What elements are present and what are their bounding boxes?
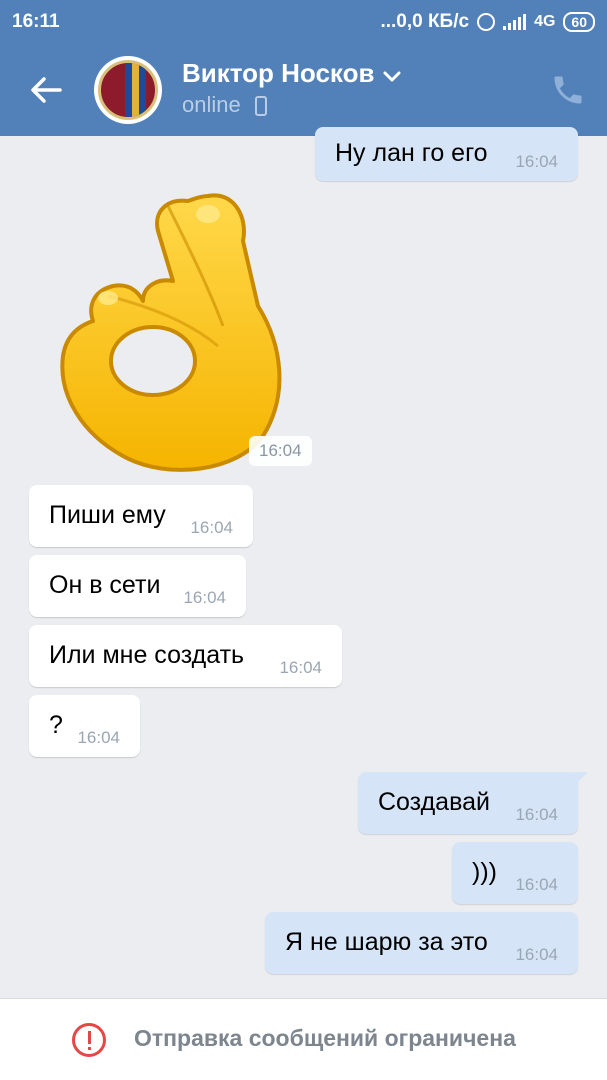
message-time: 16:04 — [183, 588, 226, 607]
message-text: Пиши ему — [49, 501, 166, 529]
message-incoming[interactable]: Он в сети 16:04 — [29, 555, 246, 617]
ok-hand-sticker[interactable] — [58, 186, 288, 476]
message-outgoing[interactable]: Я не шарю за это 16:04 — [265, 912, 578, 974]
message-text: Он в сети — [49, 571, 161, 599]
message-incoming[interactable]: Или мне создать 16:04 — [29, 625, 342, 687]
status-time: 16:11 — [12, 11, 60, 32]
restriction-notice: Отправка сообщений ограничена — [134, 1025, 516, 1051]
app-header: 16:11 ...0,0 КБ/с 4G 60 Виктор Носков on… — [0, 0, 607, 136]
status-right: ...0,0 КБ/с 4G 60 — [380, 11, 595, 33]
messaging-restricted-bar: Отправка сообщений ограничена — [0, 998, 607, 1080]
message-incoming[interactable]: Пиши ему 16:04 — [29, 485, 253, 547]
contact-status: online — [182, 92, 241, 117]
message-time: 16:04 — [515, 945, 558, 964]
avatar[interactable] — [94, 56, 162, 124]
alarm-icon — [477, 13, 496, 31]
message-time: 16:04 — [77, 728, 120, 747]
message-outgoing[interactable]: ))) 16:04 — [452, 842, 578, 904]
contact-name[interactable]: Виктор Носков — [182, 58, 374, 89]
status-bar: 16:11 ...0,0 КБ/с 4G 60 — [0, 0, 607, 44]
message-time: 16:04 — [515, 875, 558, 894]
message-text: Создавай — [378, 788, 490, 816]
back-arrow-icon[interactable] — [26, 70, 66, 110]
signal-icon — [503, 14, 527, 30]
mobile-phone-icon — [255, 96, 267, 116]
message-time: 16:04 — [515, 152, 558, 171]
message-time: 16:04 — [190, 518, 233, 537]
call-icon[interactable] — [550, 72, 586, 108]
message-time: 16:04 — [279, 658, 322, 677]
message-incoming[interactable]: ? 16:04 — [29, 695, 140, 757]
network-speed: ...0,0 КБ/с — [380, 11, 470, 32]
warning-circle-icon — [72, 1023, 106, 1057]
message-text: Ну лан го его — [335, 139, 488, 167]
network-type: 4G — [534, 13, 556, 30]
chevron-down-icon[interactable] — [382, 68, 402, 84]
message-outgoing[interactable]: Создавай 16:04 — [358, 772, 588, 834]
message-text: Или мне создать — [49, 641, 245, 669]
avatar-badge — [98, 60, 158, 120]
sticker-time: 16:04 — [249, 436, 312, 466]
message-time: 16:04 — [515, 805, 558, 824]
message-outgoing[interactable]: Ну лан го его 16:04 — [315, 127, 578, 181]
message-text: ? — [49, 711, 63, 739]
message-text: Я не шарю за это — [285, 928, 488, 956]
bubble-tail — [574, 772, 588, 786]
battery-icon: 60 — [563, 12, 595, 32]
message-text: ))) — [472, 858, 497, 886]
